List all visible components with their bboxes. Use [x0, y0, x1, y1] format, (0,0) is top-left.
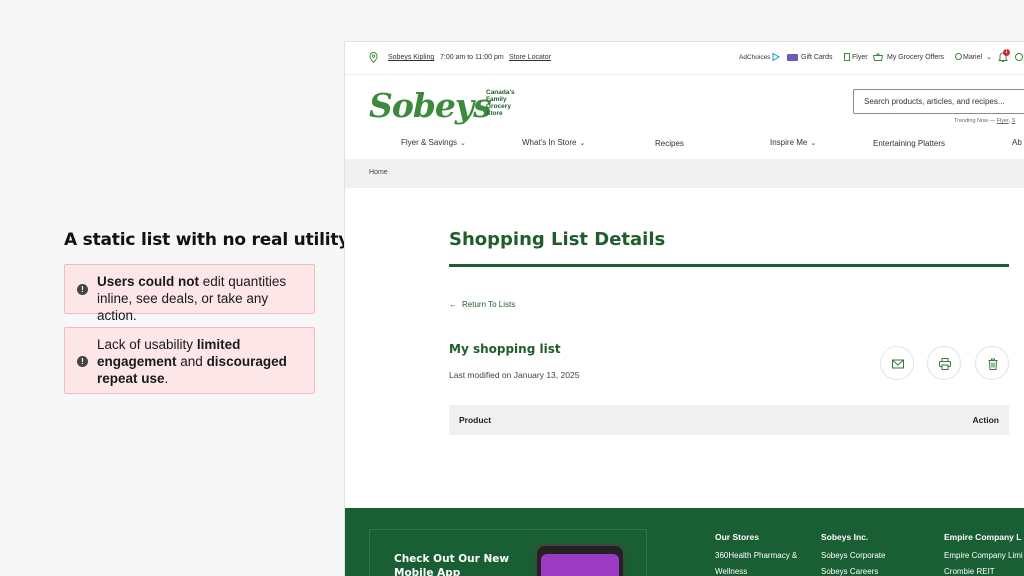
annotation-card2-text: . [164, 371, 169, 386]
app-promo: Check Out Our New Mobile App [369, 529, 647, 576]
envelope-icon [892, 359, 904, 369]
footer-link[interactable]: Sobeys Corporate [821, 551, 885, 560]
email-list-button[interactable] [880, 346, 914, 380]
user-icon [955, 53, 962, 60]
flyer-icon [844, 53, 850, 61]
nav-whats-in-store[interactable]: What's In Store ⌄ [522, 138, 585, 147]
search-input[interactable]: Search products, articles, and recipes..… [853, 89, 1024, 114]
annotation-card-usability: ! Lack of usability limited engagement a… [64, 327, 315, 394]
help-icon[interactable] [1015, 53, 1023, 61]
annotation-card-no-action: ! Users could not edit quantities inline… [64, 264, 315, 323]
footer-heading-empire-company: Empire Company L [944, 532, 1022, 542]
annotation-title: A static list with no real utility [64, 230, 350, 250]
printer-icon [939, 358, 951, 370]
exclamation-icon: ! [77, 355, 88, 367]
site-footer: Check Out Our New Mobile App Our Stores … [345, 508, 1024, 576]
notification-badge: 1 [1003, 49, 1010, 56]
footer-link[interactable]: Sobeys Careers [821, 567, 878, 576]
nav-flyer-savings[interactable]: Flyer & Savings ⌄ [401, 138, 466, 147]
phone-image [535, 544, 625, 576]
column-action: Action [972, 415, 999, 425]
sobeys-logo[interactable]: Sobeys [369, 86, 492, 125]
grocery-offers-link[interactable]: My Grocery Offers [887, 54, 944, 61]
app-promo-title: Check Out Our New Mobile App [394, 553, 510, 576]
exclamation-icon: ! [77, 284, 88, 295]
phone-screen [541, 554, 619, 576]
print-list-button[interactable] [927, 346, 961, 380]
nav-label: Entertaining Platters [873, 139, 946, 148]
last-modified: Last modified on January 13, 2025 [449, 370, 580, 380]
logo-tagline: Canada's Family Grocery Store [486, 89, 515, 117]
footer-link[interactable]: Crombie REIT [944, 567, 995, 576]
flyer-link[interactable]: Flyer [852, 54, 868, 61]
arrow-left-icon: ← [449, 300, 457, 309]
footer-link[interactable]: Empire Company Limi [944, 551, 1023, 560]
trending-link[interactable]: Flyer [997, 118, 1009, 124]
nav-inspire-me[interactable]: Inspire Me ⌄ [770, 138, 816, 147]
trending-now: Trending Now — Flyer, S [954, 118, 1016, 124]
gift-cards-link[interactable]: Gift Cards [801, 54, 833, 61]
trash-icon [988, 358, 998, 370]
nav-about[interactable]: Ab [1012, 138, 1022, 147]
footer-heading-sobeys-inc: Sobeys Inc. [821, 532, 869, 542]
basket-icon [873, 53, 883, 61]
title-underline [449, 264, 1009, 267]
divider [345, 74, 1024, 75]
list-name: My shopping list [449, 342, 561, 356]
chevron-down-icon: ⌄ [460, 140, 466, 147]
annotation-card2-text: and [176, 354, 207, 369]
trending-label: Trending Now — [954, 118, 996, 124]
breadcrumb: Home [345, 159, 1024, 188]
location-pin-icon [369, 52, 378, 63]
account-menu[interactable]: Mariel [963, 54, 982, 61]
annotation-card1-bold: Users could not [97, 274, 200, 289]
nav-label: Ab [1012, 138, 1022, 147]
store-hours: 7:00 am to 11:00 pm [440, 54, 504, 61]
column-product: Product [459, 415, 492, 425]
trending-link[interactable]: S [1012, 118, 1016, 124]
delete-list-button[interactable] [975, 346, 1009, 380]
adchoices-icon [772, 53, 780, 61]
nav-label: Recipes [655, 139, 684, 148]
annotation-card2-text: Lack of usability [97, 337, 197, 352]
page-title: Shopping List Details [449, 229, 666, 250]
chevron-down-icon[interactable]: ⌄ [986, 53, 992, 61]
adchoices-link[interactable]: AdChoices [739, 54, 770, 61]
website-screenshot: Sobeys Kipling 7:00 am to 11:00 pm Store… [344, 41, 1024, 576]
chevron-down-icon: ⌄ [810, 140, 817, 147]
store-name-link[interactable]: Sobeys Kipling [388, 54, 434, 61]
breadcrumb-home[interactable]: Home [369, 169, 388, 176]
nav-label: Inspire Me [770, 138, 808, 147]
nav-recipes[interactable]: Recipes [655, 139, 684, 148]
utility-bar: Sobeys Kipling 7:00 am to 11:00 pm Store… [345, 42, 1024, 74]
footer-heading-our-stores: Our Stores [715, 532, 759, 542]
table-header: Product Action [449, 405, 1009, 435]
nav-label: What's In Store [522, 138, 577, 147]
nav-entertaining-platters[interactable]: Entertaining Platters [873, 139, 945, 148]
nav-label: Flyer & Savings [401, 138, 458, 147]
chevron-down-icon: ⌄ [579, 140, 586, 147]
footer-link[interactable]: Wellness [715, 567, 747, 576]
store-locator-link[interactable]: Store Locator [509, 54, 551, 61]
return-label: Return To Lists [462, 300, 516, 309]
gift-card-icon [787, 54, 798, 61]
footer-link[interactable]: 360Health Pharmacy & [715, 551, 797, 560]
return-to-lists-link[interactable]: ← Return To Lists [449, 300, 515, 309]
